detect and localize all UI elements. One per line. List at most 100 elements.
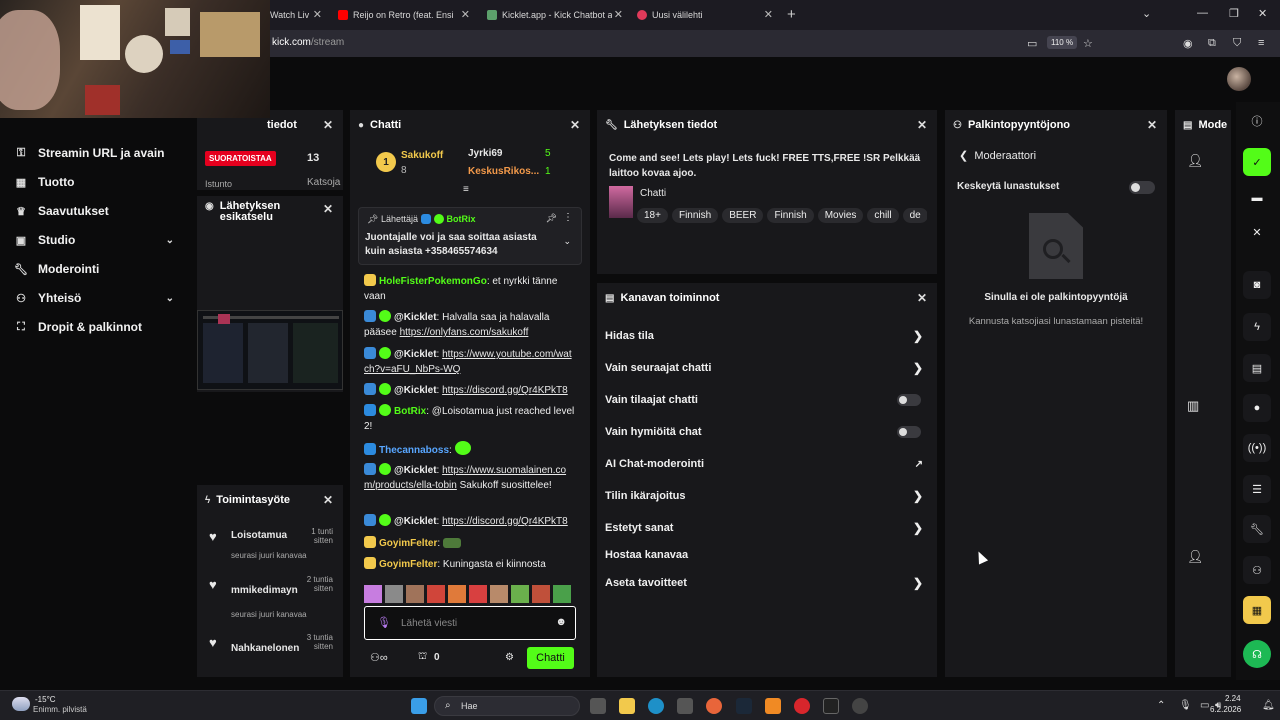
obs-icon[interactable] — [852, 698, 868, 714]
weather-icon[interactable] — [12, 697, 30, 711]
close-tab-icon[interactable]: ✕ — [313, 8, 322, 21]
opera-icon[interactable] — [794, 698, 810, 714]
send-chat-button[interactable]: Chatti — [527, 647, 574, 669]
chat-bubble-icon[interactable]: ● — [1243, 394, 1271, 422]
close-icon[interactable]: ✕ — [917, 118, 927, 132]
tray-expand-icon[interactable]: ⌃ — [1157, 700, 1165, 711]
action-slow-mode[interactable]: Hidas tila ❯ — [605, 326, 929, 346]
bookmark-star-icon[interactable]: ☆ — [1083, 37, 1093, 50]
store-icon[interactable]: ⛫ — [418, 651, 427, 664]
chat-link[interactable]: https://discord.gg/Qr4KPkT8 — [442, 385, 568, 396]
close-icon[interactable]: ✕ — [917, 291, 927, 305]
file-explorer-icon[interactable] — [619, 698, 635, 714]
emote-icon[interactable] — [427, 585, 445, 603]
expand-leaderboard-icon[interactable]: ≡ — [463, 184, 469, 195]
action-banned-words[interactable]: Estetyt sanat ❯ — [605, 518, 929, 538]
tag[interactable]: chill — [867, 208, 899, 223]
emote-icon[interactable] — [553, 585, 571, 603]
taskbar-search[interactable]: ⌕ Hae — [434, 696, 580, 716]
wrench-icon[interactable]: 🔧︎ — [1243, 515, 1271, 543]
shield-icon[interactable]: ⛉ — [1233, 37, 1241, 50]
notes-icon[interactable]: ▤ — [1243, 354, 1271, 382]
pause-redemptions-toggle[interactable] — [1129, 181, 1155, 194]
clapper-icon[interactable]: ▦ — [1243, 596, 1271, 624]
terminal-icon[interactable] — [823, 698, 839, 714]
store-icon[interactable] — [677, 698, 693, 714]
layout-icon[interactable]: ▬ — [1243, 184, 1271, 212]
leader-name[interactable]: KeskusRikos... — [468, 166, 539, 177]
steam-icon[interactable] — [736, 698, 752, 714]
tag[interactable]: Finnish — [671, 208, 719, 223]
network-icon[interactable]: ▭ — [1200, 700, 1209, 711]
emote-icon[interactable] — [469, 585, 487, 603]
user-settings-icon[interactable]: 👤︎ — [1187, 153, 1204, 169]
category-name[interactable]: Chatti — [640, 188, 666, 199]
emote-icon[interactable] — [364, 585, 382, 603]
close-tab-icon[interactable]: ✕ — [461, 8, 470, 21]
tag[interactable]: Finnish — [767, 208, 814, 223]
chart-icon[interactable]: ▥ — [1187, 398, 1199, 414]
zoom-level[interactable]: 110 % — [1047, 36, 1078, 49]
action-followers-only[interactable]: Vain seuraajat chatti ❯ — [605, 358, 929, 378]
activity-user[interactable]: Loisotamua — [231, 530, 287, 541]
emote-icon[interactable] — [448, 585, 466, 603]
chevron-down-icon[interactable]: ⌄ — [563, 236, 571, 247]
subscribers-only-toggle[interactable] — [897, 394, 921, 406]
emote-icon[interactable] — [406, 585, 424, 603]
close-tab-icon[interactable]: ✕ — [614, 8, 623, 21]
reader-view-icon[interactable]: ▭ — [1027, 37, 1037, 50]
headset-icon[interactable]: ☊ — [1243, 640, 1271, 668]
sidebar-item-stream-key[interactable]: ⚿ Streamin URL ja avain — [14, 143, 174, 163]
emoji-icon[interactable]: ☻ — [555, 616, 567, 628]
address-bar[interactable]: kick.com/stream — [272, 37, 344, 48]
info-icon[interactable]: ⓘ — [1243, 107, 1271, 135]
emote-icon[interactable] — [532, 585, 550, 603]
new-tab-button[interactable]: + — [787, 6, 796, 23]
emote-icon[interactable] — [385, 585, 403, 603]
chat-input[interactable]: 🎙︎ Lähetä viesti ☻ — [364, 606, 576, 640]
account-icon[interactable]: ◉ — [1183, 37, 1193, 50]
close-icon[interactable]: ✕ — [323, 203, 333, 215]
close-icon[interactable]: ✕ — [1243, 218, 1271, 246]
leader-name[interactable]: Jyrki69 — [468, 148, 502, 159]
tab-list-icon[interactable]: ⌄ — [1142, 7, 1151, 20]
tag[interactable]: de — [902, 208, 927, 223]
extensions-icon[interactable]: ⧉ — [1208, 37, 1216, 50]
browser-tab[interactable]: Uusi välilehti ✕ — [637, 5, 773, 25]
broadcast-icon[interactable]: ((•)) — [1243, 434, 1271, 462]
action-set-goals[interactable]: Aseta tavoitteet ❯ — [605, 573, 929, 593]
action-ai-moderation[interactable]: AI Chat-moderointi ↗ — [605, 454, 929, 474]
reward-icon[interactable]: ⚇ — [1243, 556, 1271, 584]
action-age-restriction[interactable]: Tilin ikärajoitus ❯ — [605, 486, 929, 506]
back-button[interactable]: ❮ Moderaattori — [959, 149, 1036, 162]
chat-link[interactable]: https://onlyfans.com/sakukoff — [400, 327, 529, 338]
microphone-icon[interactable]: 🎙︎ — [1179, 700, 1192, 711]
check-icon[interactable]: ✓ — [1243, 148, 1271, 176]
user-settings-icon[interactable]: 👤︎ — [1187, 549, 1204, 565]
close-icon[interactable]: ✕ — [323, 118, 333, 132]
close-tab-icon[interactable]: ✕ — [764, 8, 773, 21]
people-icon[interactable]: ⚇∞ — [370, 651, 388, 664]
close-icon[interactable]: ✕ — [570, 118, 580, 132]
close-icon[interactable]: ✕ — [323, 493, 333, 507]
list-icon[interactable]: ☰ — [1243, 475, 1271, 503]
sidebar-item-achievements[interactable]: ♛ Saavutukset — [14, 201, 174, 221]
microphone-icon[interactable]: 🎙︎ — [377, 616, 391, 629]
avatar[interactable] — [1227, 67, 1251, 91]
sidebar-item-community[interactable]: ⚇ Yhteisö ⌄ — [14, 288, 174, 308]
browser-tab[interactable]: Watch Liv ✕ — [270, 5, 322, 25]
firefox-icon[interactable] — [706, 698, 722, 714]
sidebar-item-studio[interactable]: ▣ Studio ⌄ — [14, 230, 174, 250]
emote-icon[interactable] — [511, 585, 529, 603]
tag[interactable]: Movies — [817, 208, 864, 223]
maximize-icon[interactable]: ❐ — [1229, 7, 1239, 20]
browser-tab[interactable]: Reijo on Retro (feat. Ensio Soik ✕ — [338, 5, 470, 25]
edge-icon[interactable] — [648, 698, 664, 714]
emote-only-toggle[interactable] — [897, 426, 921, 438]
minimize-icon[interactable]: — — [1197, 7, 1208, 19]
close-window-icon[interactable]: ✕ — [1258, 7, 1267, 20]
windows-start-icon[interactable] — [411, 698, 427, 714]
notifications-icon[interactable]: 🔔︎ — [1262, 700, 1275, 711]
camera-icon[interactable]: ◙ — [1243, 271, 1271, 299]
chat-link[interactable]: https://discord.gg/Qr4KPkT8 — [442, 516, 568, 527]
